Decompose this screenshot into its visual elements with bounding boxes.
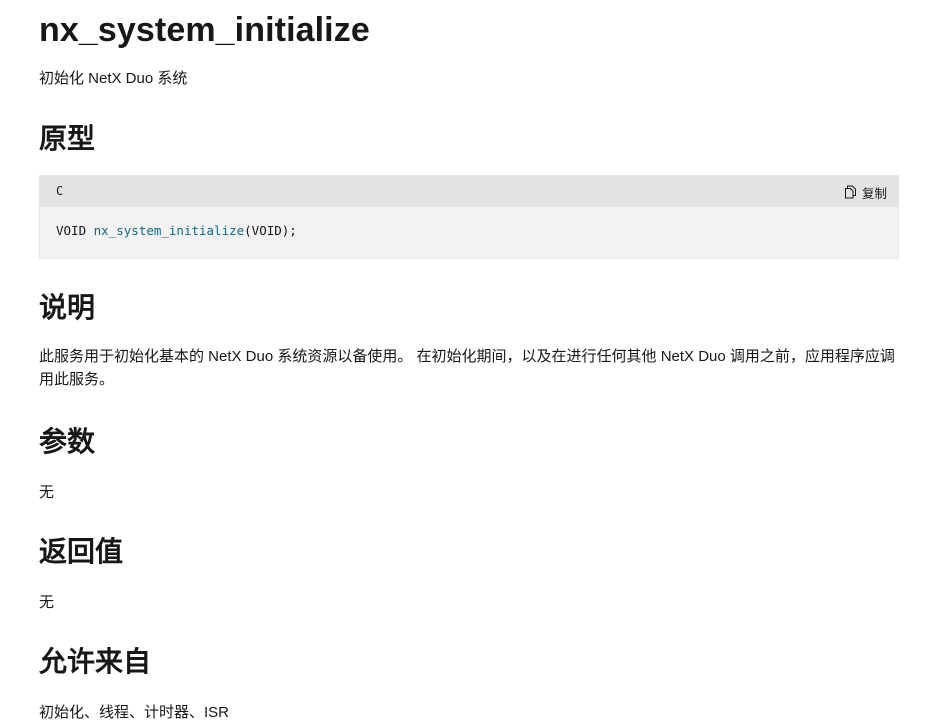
copy-icon bbox=[844, 185, 857, 199]
section-heading-description: 说明 bbox=[39, 292, 96, 323]
code-block-header: C 复制 bbox=[40, 176, 898, 207]
code-line: VOID nx_system_initialize(VOID); bbox=[56, 223, 297, 238]
section-heading-return-values: 返回值 bbox=[39, 536, 124, 567]
code-return-type: VOID bbox=[56, 223, 87, 238]
return-values-text: 无 bbox=[39, 594, 55, 611]
allowed-from-text: 初始化、线程、计时器、ISR bbox=[39, 704, 230, 721]
page-summary: 初始化 NetX Duo 系统 bbox=[39, 70, 188, 87]
section-heading-parameters: 参数 bbox=[39, 426, 96, 457]
section-heading-prototype: 原型 bbox=[39, 123, 96, 154]
code-arguments: (VOID); bbox=[244, 223, 297, 238]
code-language-label: C bbox=[56, 184, 64, 198]
description-text: 此服务用于初始化基本的 NetX Duo 系统资源以备使用。 在初始化期间，以及… bbox=[39, 348, 895, 388]
section-heading-allowed-from: 允许来自 bbox=[39, 646, 152, 677]
copy-code-button[interactable]: 复制 bbox=[844, 182, 887, 202]
copy-button-label: 复制 bbox=[861, 186, 887, 201]
page-title: nx_system_initialize bbox=[39, 11, 370, 49]
code-block: C 复制 VOID nx_system_initialize(VOID); bbox=[39, 175, 899, 259]
code-function-name: nx_system_initialize bbox=[93, 223, 245, 238]
parameters-text: 无 bbox=[39, 484, 55, 501]
